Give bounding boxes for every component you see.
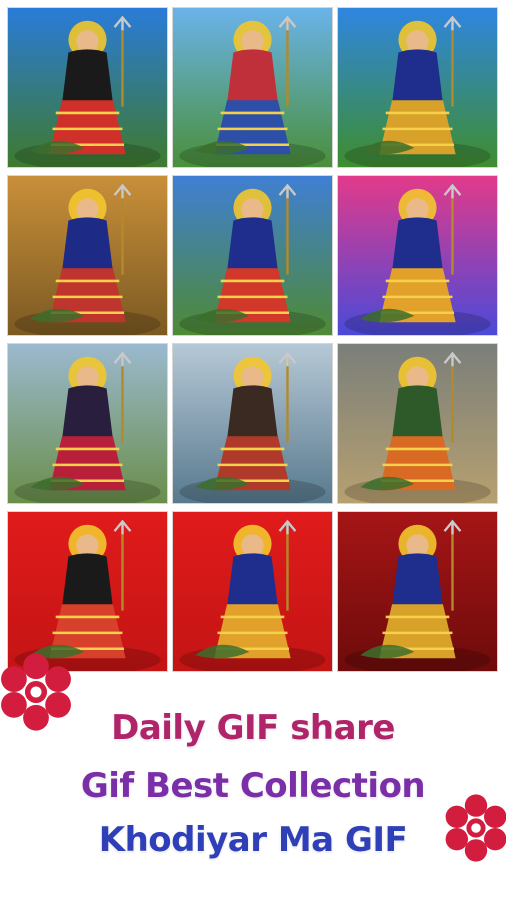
gallery-thumbnail [338, 344, 497, 503]
gallery-item[interactable] [338, 512, 497, 671]
gallery-thumbnail [8, 176, 167, 335]
gallery-thumbnail [173, 8, 332, 167]
gallery-item[interactable] [8, 344, 167, 503]
gallery-thumbnail [8, 8, 167, 167]
gallery-thumbnail [338, 8, 497, 167]
caption-line-1: Daily GIF share [111, 708, 395, 748]
image-gallery [8, 8, 498, 671]
gallery-thumbnail [338, 176, 497, 335]
gallery-thumbnail [173, 344, 332, 503]
gallery-item[interactable] [173, 8, 332, 167]
gallery-item[interactable] [8, 8, 167, 167]
gallery-item[interactable] [173, 176, 332, 335]
gallery-item[interactable] [173, 512, 332, 671]
gallery-thumbnail [173, 176, 332, 335]
gallery-item[interactable] [338, 344, 497, 503]
gallery-thumbnail [173, 512, 332, 671]
gallery-thumbnail [8, 344, 167, 503]
gallery-item[interactable] [338, 8, 497, 167]
gallery-item[interactable] [8, 176, 167, 335]
caption-line-2: Gif Best Collection [80, 766, 426, 806]
gallery-item[interactable] [338, 176, 497, 335]
gallery-thumbnail [338, 512, 497, 671]
gallery-item[interactable] [173, 344, 332, 503]
caption-line-3: Khodiyar Ma GIF [98, 820, 408, 860]
